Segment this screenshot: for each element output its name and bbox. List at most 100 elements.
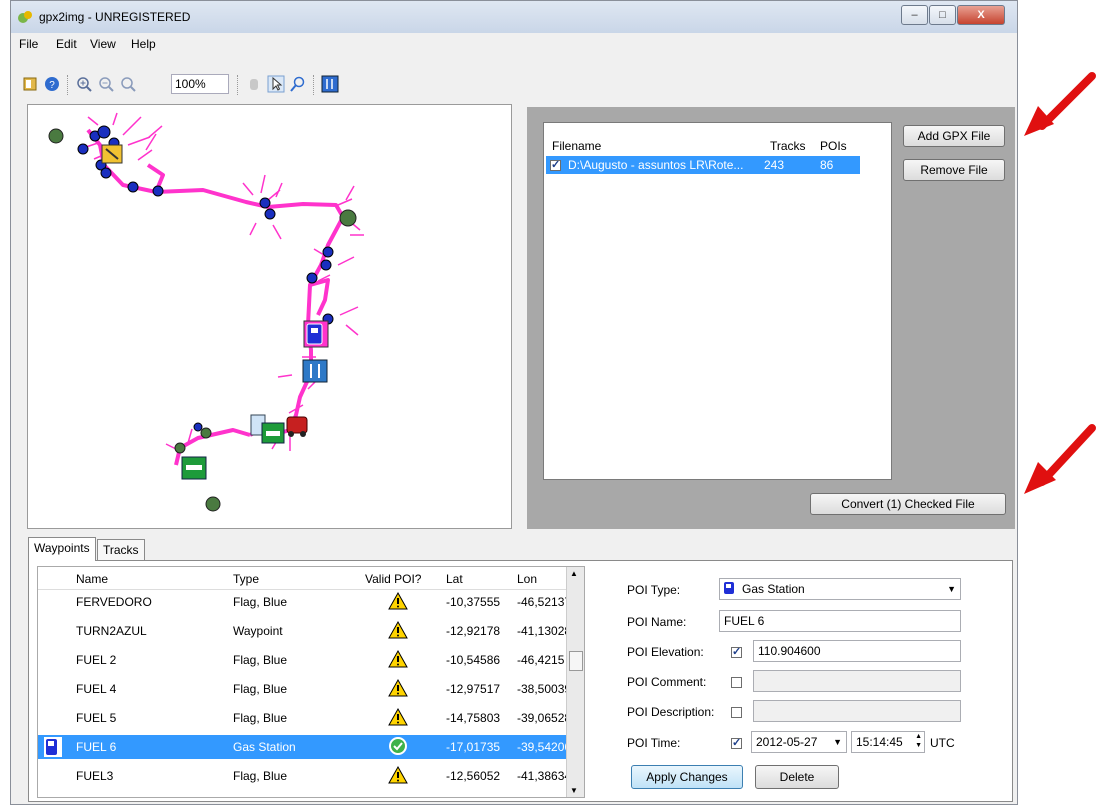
waypoint-type: Flag, Blue <box>233 711 288 725</box>
waypoint-lon: -41,13028 <box>517 624 572 638</box>
waypoint-lat: -10,37555 <box>446 595 501 609</box>
column-filename[interactable]: Filename <box>552 139 601 153</box>
map-view[interactable] <box>27 104 512 529</box>
zoom-in-icon[interactable] <box>75 75 93 93</box>
scroll-up-icon[interactable]: ▲ <box>570 569 578 578</box>
window-title: gpx2img - UNREGISTERED <box>39 10 191 24</box>
waypoint-lat: -12,92178 <box>446 624 501 638</box>
comment-checkbox[interactable] <box>731 675 742 689</box>
poi-time-value: 15:14:45 <box>856 735 903 749</box>
delete-button[interactable]: Delete <box>755 765 839 789</box>
file-list-header: Filename Tracks POIs <box>544 135 891 155</box>
poi-time-label: POI Time: <box>627 736 681 750</box>
chevron-down-icon: ▼ <box>833 737 842 747</box>
waypoint-lon: -46,52137 <box>517 595 572 609</box>
file-panel: Filename Tracks POIs D:\Augusto - assunt… <box>527 107 1015 529</box>
scroll-thumb[interactable] <box>569 651 583 671</box>
poi-date-picker[interactable]: 2012-05-27 ▼ <box>751 731 847 753</box>
table-row[interactable]: FUEL 6 Gas Station -17,01735 -39,54206 <box>38 735 571 759</box>
poi-type-select[interactable]: Gas Station ▼ <box>719 578 961 600</box>
help-icon[interactable]: ? <box>43 75 61 93</box>
column-tracks[interactable]: Tracks <box>770 139 806 153</box>
table-row[interactable]: FERVEDORO Flag, Blue -10,37555 -46,52137 <box>38 590 572 614</box>
pan-hand-icon[interactable] <box>245 75 263 93</box>
waypoint-lat: -10,54586 <box>446 653 501 667</box>
toolbar-separator <box>237 75 239 95</box>
waypoint-type: Flag, Blue <box>233 653 288 667</box>
convert-button[interactable]: Convert (1) Checked File <box>810 493 1006 515</box>
waypoint-name: FUEL 4 <box>76 682 117 696</box>
waypoint-lat: -12,97517 <box>446 682 501 696</box>
spinner-icon[interactable]: ▲ ▼ <box>915 732 922 750</box>
app-icon <box>18 11 32 23</box>
waypoint-name: FERVEDORO <box>76 595 152 609</box>
table-row[interactable]: FUEL 4 Flag, Blue -12,97517 -38,50039 <box>38 677 571 701</box>
poi-name-label: POI Name: <box>627 615 687 629</box>
table-row[interactable]: FUEL 2 Flag, Blue -10,54586 -46,4215 <box>38 648 568 672</box>
title-bar: gpx2img - UNREGISTERED – □ X <box>11 1 1017 33</box>
apply-changes-button[interactable]: Apply Changes <box>631 765 743 789</box>
description-checkbox[interactable] <box>731 705 742 719</box>
menu-edit[interactable]: Edit <box>56 37 77 51</box>
table-row[interactable]: TURN2AZUL Waypoint -12,92178 -41,13028 <box>38 619 572 643</box>
file-pois: 86 <box>820 158 834 172</box>
poi-type-label: POI Type: <box>627 583 681 597</box>
column-valid[interactable]: Valid POI? <box>365 572 421 586</box>
poi-time-input[interactable]: 15:14:45 ▲ ▼ <box>851 731 925 753</box>
gas-station-icon <box>44 737 62 757</box>
zoom-out-icon[interactable] <box>97 75 115 93</box>
menu-help[interactable]: Help <box>131 37 156 51</box>
warning-icon <box>388 678 408 697</box>
column-type[interactable]: Type <box>233 572 259 586</box>
poi-comment-label: POI Comment: <box>627 675 707 689</box>
waypoints-panel: Name Type Valid POI? Lat Lon FERVEDORO Fl… <box>28 560 1013 802</box>
waypoint-lat: -12,56052 <box>446 769 501 783</box>
open-book-icon[interactable] <box>21 75 39 93</box>
poi-description-label: POI Description: <box>627 705 715 719</box>
waypoint-lat: -14,75803 <box>446 711 501 725</box>
minimize-button[interactable]: – <box>901 5 928 25</box>
route-map[interactable] <box>28 105 512 529</box>
chevron-down-icon: ▼ <box>947 584 956 594</box>
maximize-button[interactable]: □ <box>929 5 956 25</box>
warning-icon <box>388 591 408 610</box>
red-arrow-icon <box>1024 424 1096 494</box>
column-lon[interactable]: Lon <box>517 572 537 586</box>
poi-description-input[interactable] <box>753 700 961 722</box>
tab-waypoints[interactable]: Waypoints <box>28 537 96 561</box>
column-lat[interactable]: Lat <box>446 572 463 586</box>
table-row[interactable]: FUEL3 Flag, Blue -12,56052 -41,38634 <box>38 764 571 788</box>
time-checkbox[interactable] <box>731 736 742 750</box>
route-track <box>86 128 345 466</box>
gas-station-icon <box>724 582 734 594</box>
toolbar-separator <box>67 75 69 95</box>
table-row[interactable]: FUEL 5 Flag, Blue -14,75803 -39,06528 <box>38 706 571 730</box>
add-gpx-file-button[interactable]: Add GPX File <box>903 125 1005 147</box>
waypoint-name: FUEL3 <box>76 769 114 783</box>
file-list[interactable]: Filename Tracks POIs D:\Augusto - assunt… <box>543 122 892 480</box>
menu-file[interactable]: File <box>19 37 38 51</box>
waypoint-lon: -46,4215 <box>517 653 565 667</box>
column-name[interactable]: Name <box>76 572 108 586</box>
column-pois[interactable]: POIs <box>820 139 847 153</box>
poi-search-icon[interactable] <box>289 75 307 93</box>
remove-file-button[interactable]: Remove File <box>903 159 1005 181</box>
tab-tracks[interactable]: Tracks <box>97 539 145 561</box>
scroll-down-icon[interactable]: ▼ <box>570 786 578 795</box>
toolbar: ? 100% <box>11 73 1017 99</box>
elevation-checkbox[interactable] <box>731 645 742 659</box>
file-row[interactable]: D:\Augusto - assuntos LR\Rote... 243 86 <box>546 156 860 174</box>
waypoint-type: Flag, Blue <box>233 595 288 609</box>
toolbar-separator <box>313 75 315 95</box>
poi-elevation-input[interactable]: 110.904600 <box>753 640 961 662</box>
menu-view[interactable]: View <box>90 37 116 51</box>
select-pointer-icon[interactable] <box>267 75 285 93</box>
poi-name-input[interactable]: FUEL 6 <box>719 610 961 632</box>
zoom-fit-icon[interactable] <box>119 75 137 93</box>
close-button[interactable]: X <box>957 5 1005 25</box>
waypoints-scrollbar[interactable]: ▲ ▼ <box>566 567 584 797</box>
poi-comment-input[interactable] <box>753 670 961 692</box>
restaurant-icon[interactable] <box>321 75 339 93</box>
zoom-input[interactable]: 100% <box>171 74 229 94</box>
waypoints-table[interactable]: Name Type Valid POI? Lat Lon FERVEDORO Fl… <box>37 566 585 798</box>
